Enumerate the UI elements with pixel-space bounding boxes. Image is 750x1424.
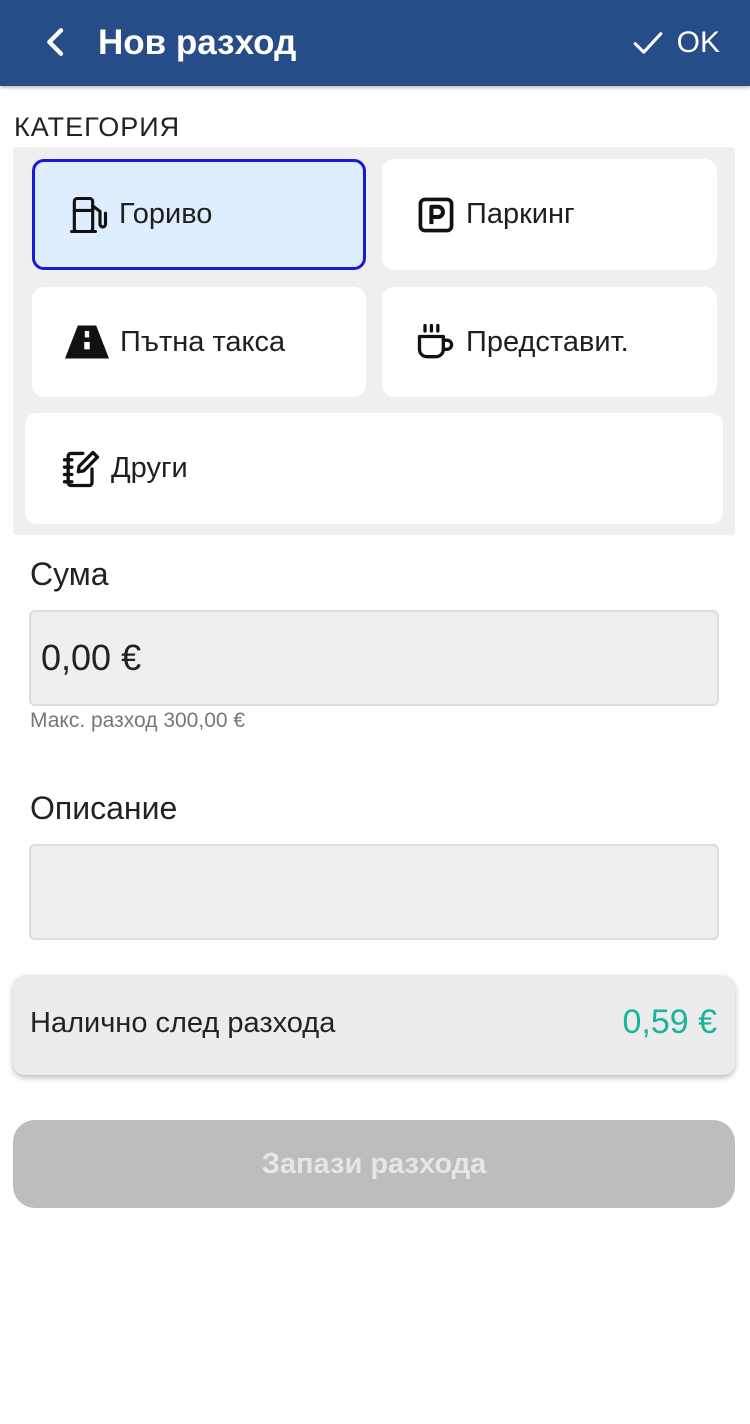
ok-label: OK (676, 26, 720, 59)
amount-input[interactable]: 0,00 € (29, 610, 719, 706)
category-panel: Гориво Паркинг Пътна такса Представит. Д… (13, 147, 735, 535)
check-icon (633, 32, 662, 54)
category-section-label: КАТЕГОРИЯ (14, 112, 181, 142)
back-button[interactable] (36, 22, 76, 62)
description-title: Описание (30, 790, 178, 826)
description-input[interactable] (29, 844, 719, 940)
app-bar: Нов разход OK (0, 0, 750, 86)
save-button-label: Запази разхода (261, 1147, 487, 1180)
chevron-left-icon (47, 28, 64, 56)
category-label: Гориво (119, 198, 213, 230)
balance-value: 0,59 € (622, 1003, 717, 1041)
fuel-pump-icon (67, 193, 111, 237)
road-icon (62, 320, 112, 364)
save-expense-button[interactable]: Запази разхода (13, 1120, 735, 1208)
category-label: Паркинг (466, 198, 575, 230)
category-tile-fuel[interactable]: Гориво (32, 159, 366, 270)
amount-title: Сума (30, 556, 109, 592)
category-tile-representation[interactable]: Представит. (382, 287, 717, 397)
ok-button[interactable]: OK (631, 20, 720, 66)
balance-card: Налично след разхода 0,59 € (13, 975, 735, 1075)
category-label: Пътна такса (120, 325, 286, 358)
category-label: Представит. (466, 325, 629, 358)
category-tile-other[interactable]: Други (25, 413, 723, 524)
amount-hint: Макс. разход 300,00 € (30, 709, 246, 732)
coffee-cup-icon (414, 320, 458, 364)
parking-icon (414, 193, 458, 237)
category-label: Други (111, 452, 188, 484)
page-title: Нов разход (98, 23, 297, 62)
category-tile-toll[interactable]: Пътна такса (32, 287, 366, 397)
notebook-edit-icon (59, 447, 103, 491)
category-tile-parking[interactable]: Паркинг (382, 159, 717, 270)
amount-value: 0,00 € (41, 637, 142, 678)
balance-label: Налично след разхода (30, 1007, 336, 1039)
